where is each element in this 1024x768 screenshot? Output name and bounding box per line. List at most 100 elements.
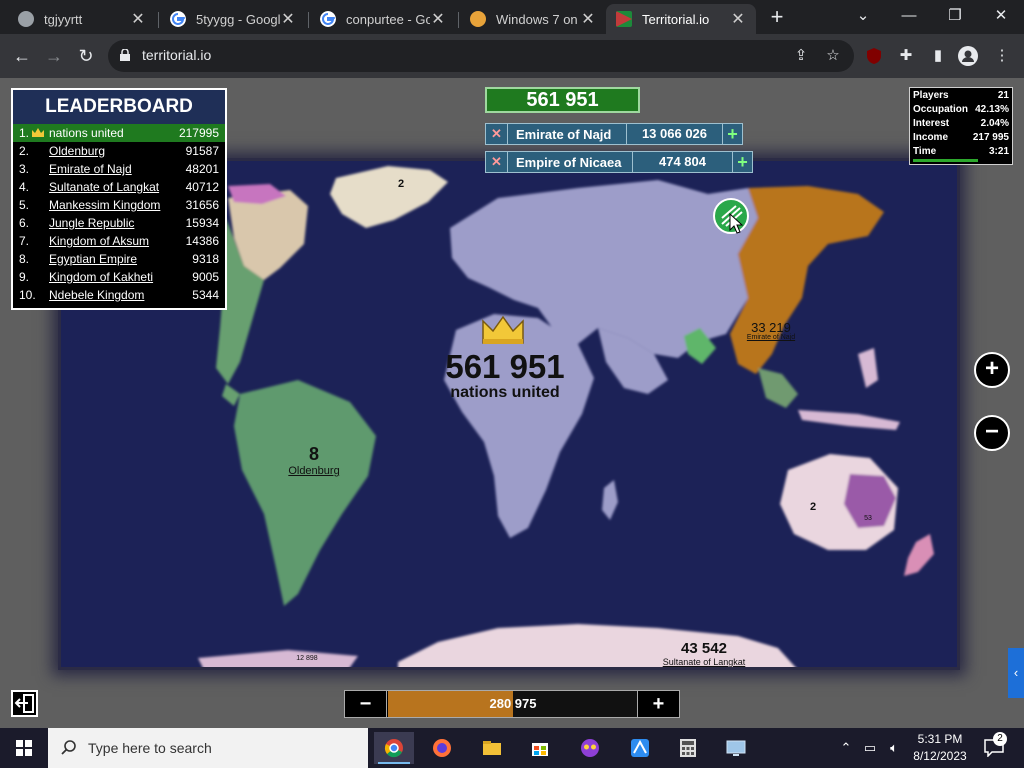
leaderboard-row[interactable]: 7. Kingdom of Aksum 14386 bbox=[13, 232, 225, 250]
minimize-button[interactable]: — bbox=[886, 0, 932, 34]
leaderboard-name[interactable]: Kingdom of Aksum bbox=[49, 234, 149, 248]
folder-icon bbox=[483, 741, 501, 755]
volume-icon[interactable]: 🔈︎ bbox=[884, 728, 904, 768]
profile-avatar-icon[interactable] bbox=[958, 46, 978, 66]
leaderboard-value: 217995 bbox=[178, 126, 219, 140]
side-panel-toggle[interactable]: ‹ bbox=[1008, 648, 1024, 698]
zoom-out-button[interactable]: − bbox=[974, 415, 1010, 451]
leaderboard-rank: 8. bbox=[19, 252, 30, 266]
leaderboard-name[interactable]: Sultanate of Langkat bbox=[49, 180, 159, 194]
territory-southeast-asia[interactable] bbox=[758, 368, 798, 408]
leaderboard-name[interactable]: Kingdom of Kakheti bbox=[49, 270, 153, 284]
attack-target-icon[interactable] bbox=[712, 198, 752, 238]
leaderboard-name[interactable]: nations united bbox=[49, 126, 124, 140]
territory-new-zealand[interactable] bbox=[904, 534, 934, 576]
territory-indonesia[interactable] bbox=[798, 410, 900, 430]
taskbar-remote-desktop[interactable] bbox=[716, 732, 756, 764]
new-tab-button[interactable]: + bbox=[766, 4, 788, 30]
territory-greenland[interactable] bbox=[330, 166, 448, 228]
leaderboard-value: 15934 bbox=[185, 216, 219, 230]
bookmark-star-icon[interactable]: ☆ bbox=[824, 47, 842, 65]
tab-territorial[interactable]: Territorial.io ✕ bbox=[606, 4, 756, 34]
taskbar-app-editor[interactable] bbox=[620, 732, 660, 764]
close-window-button[interactable]: ✕ bbox=[978, 0, 1024, 34]
taskbar-firefox[interactable] bbox=[422, 732, 462, 764]
leaderboard-name[interactable]: Emirate of Najd bbox=[49, 162, 132, 176]
tab-tgjyyrtt[interactable]: tgjyyrtt ✕ bbox=[8, 4, 156, 34]
crown-icon bbox=[482, 315, 524, 344]
tab-search-button[interactable]: ⌄ bbox=[840, 0, 886, 34]
tray-chevron-icon[interactable]: ⌃ bbox=[836, 728, 856, 768]
zoom-in-button[interactable]: + bbox=[974, 352, 1010, 388]
target-row-empire-of-nicaea[interactable]: ✕ Empire of Nicaea 474 804 + bbox=[485, 151, 753, 173]
back-button[interactable]: ← bbox=[10, 44, 34, 68]
tab-close-icon[interactable]: ✕ bbox=[430, 9, 446, 29]
leaderboard-name[interactable]: Jungle Republic bbox=[49, 216, 134, 230]
address-bar[interactable]: territorial.io ⇪ ☆ bbox=[108, 40, 854, 72]
attack-ratio-bar[interactable]: − 280 975 + bbox=[344, 690, 680, 718]
chrome-icon bbox=[384, 739, 403, 758]
tab-close-icon[interactable]: ✕ bbox=[280, 9, 296, 29]
leaderboard-row[interactable]: 10. Ndebele Kingdom 5344 bbox=[13, 286, 225, 304]
player-troop-count: 561 951 bbox=[445, 348, 565, 385]
target-row-emirate-of-najd[interactable]: ✕ Emirate of Najd 13 066 026 + bbox=[485, 123, 743, 145]
taskbar-chrome[interactable] bbox=[374, 732, 414, 764]
notifications-button[interactable]: 2 bbox=[980, 728, 1008, 768]
remove-target-button[interactable]: ✕ bbox=[486, 124, 508, 144]
player-balance-display: 561 951 bbox=[485, 87, 640, 113]
add-target-button[interactable]: + bbox=[732, 152, 752, 172]
taskbar-file-explorer[interactable] bbox=[472, 732, 512, 764]
reload-button[interactable]: ↻ bbox=[74, 44, 98, 68]
territory-central-america[interactable] bbox=[222, 384, 240, 406]
leaderboard-row[interactable]: 2. Oldenburg 91587 bbox=[13, 142, 225, 160]
stat-label: Interest bbox=[913, 118, 950, 129]
start-button[interactable] bbox=[0, 728, 48, 768]
forward-button[interactable]: → bbox=[42, 44, 66, 68]
google-icon bbox=[320, 11, 336, 27]
leaderboard-row[interactable]: 9. Kingdom of Kakheti 9005 bbox=[13, 268, 225, 286]
exit-icon bbox=[14, 694, 34, 713]
tab-windows7[interactable]: Windows 7 on S ✕ bbox=[460, 4, 606, 34]
side-panel-icon[interactable]: ▮ bbox=[928, 46, 948, 66]
url-text[interactable]: territorial.io bbox=[142, 47, 211, 63]
territory-islands-pink[interactable] bbox=[858, 348, 878, 388]
leaderboard-row[interactable]: 6. Jungle Republic 15934 bbox=[13, 214, 225, 232]
exit-game-button[interactable] bbox=[11, 690, 38, 717]
ublock-icon[interactable] bbox=[864, 46, 884, 66]
chrome-menu-icon[interactable]: ⋮ bbox=[992, 46, 1012, 66]
extensions-icon[interactable]: ✚ bbox=[896, 46, 916, 66]
taskbar-calculator[interactable] bbox=[668, 732, 708, 764]
leaderboard-row[interactable]: 5. Mankessim Kingdom 31656 bbox=[13, 196, 225, 214]
oldenburg-troop-count: 8 bbox=[308, 444, 319, 464]
game-canvas[interactable]: 561 951 nations united 8 Oldenburg 33 21… bbox=[0, 78, 1024, 728]
tab-close-icon[interactable]: ✕ bbox=[130, 9, 146, 29]
restore-button[interactable]: ❐ bbox=[932, 0, 978, 34]
network-icon[interactable]: ▭ bbox=[860, 728, 880, 768]
leaderboard-name[interactable]: Mankessim Kingdom bbox=[49, 198, 160, 212]
tab-5tyygg[interactable]: 5tyygg - Google ✕ bbox=[160, 4, 306, 34]
leaderboard-row[interactable]: 3. Emirate of Najd 48201 bbox=[13, 160, 225, 178]
remove-target-button[interactable]: ✕ bbox=[486, 152, 508, 172]
taskbar-store[interactable] bbox=[520, 732, 560, 764]
leaderboard-name[interactable]: Ndebele Kingdom bbox=[49, 288, 144, 302]
tab-close-icon[interactable]: ✕ bbox=[580, 9, 596, 29]
decrease-ratio-button[interactable]: − bbox=[345, 691, 387, 717]
tab-close-icon[interactable]: ✕ bbox=[730, 9, 746, 29]
taskbar-search-box[interactable]: Type here to search bbox=[48, 728, 368, 768]
share-icon[interactable]: ⇪ bbox=[792, 47, 810, 65]
leaderboard-name[interactable]: Egyptian Empire bbox=[49, 252, 137, 266]
leaderboard-row[interactable]: 8. Egyptian Empire 9318 bbox=[13, 250, 225, 268]
taskbar-clock[interactable]: 5:31 PM 8/12/2023 bbox=[904, 731, 976, 765]
territory-oldenburg[interactable] bbox=[234, 380, 376, 606]
leaderboard-row[interactable]: 1. nations united 217995 bbox=[13, 124, 225, 142]
territory-madagascar[interactable] bbox=[602, 480, 618, 520]
add-target-button[interactable]: + bbox=[722, 124, 742, 144]
increase-ratio-button[interactable]: + bbox=[637, 691, 679, 717]
leaderboard-rank: 6. bbox=[19, 216, 30, 230]
leaderboard-row[interactable]: 4. Sultanate of Langkat 40712 bbox=[13, 178, 225, 196]
attack-ratio-slider[interactable]: 280 975 bbox=[388, 691, 638, 717]
taskbar-app-mask[interactable] bbox=[570, 732, 610, 764]
south-troop-count: 12 898 bbox=[296, 655, 318, 662]
leaderboard-name[interactable]: Oldenburg bbox=[49, 144, 105, 158]
tab-conpurtee[interactable]: conpurtee - Goo ✕ bbox=[310, 4, 456, 34]
